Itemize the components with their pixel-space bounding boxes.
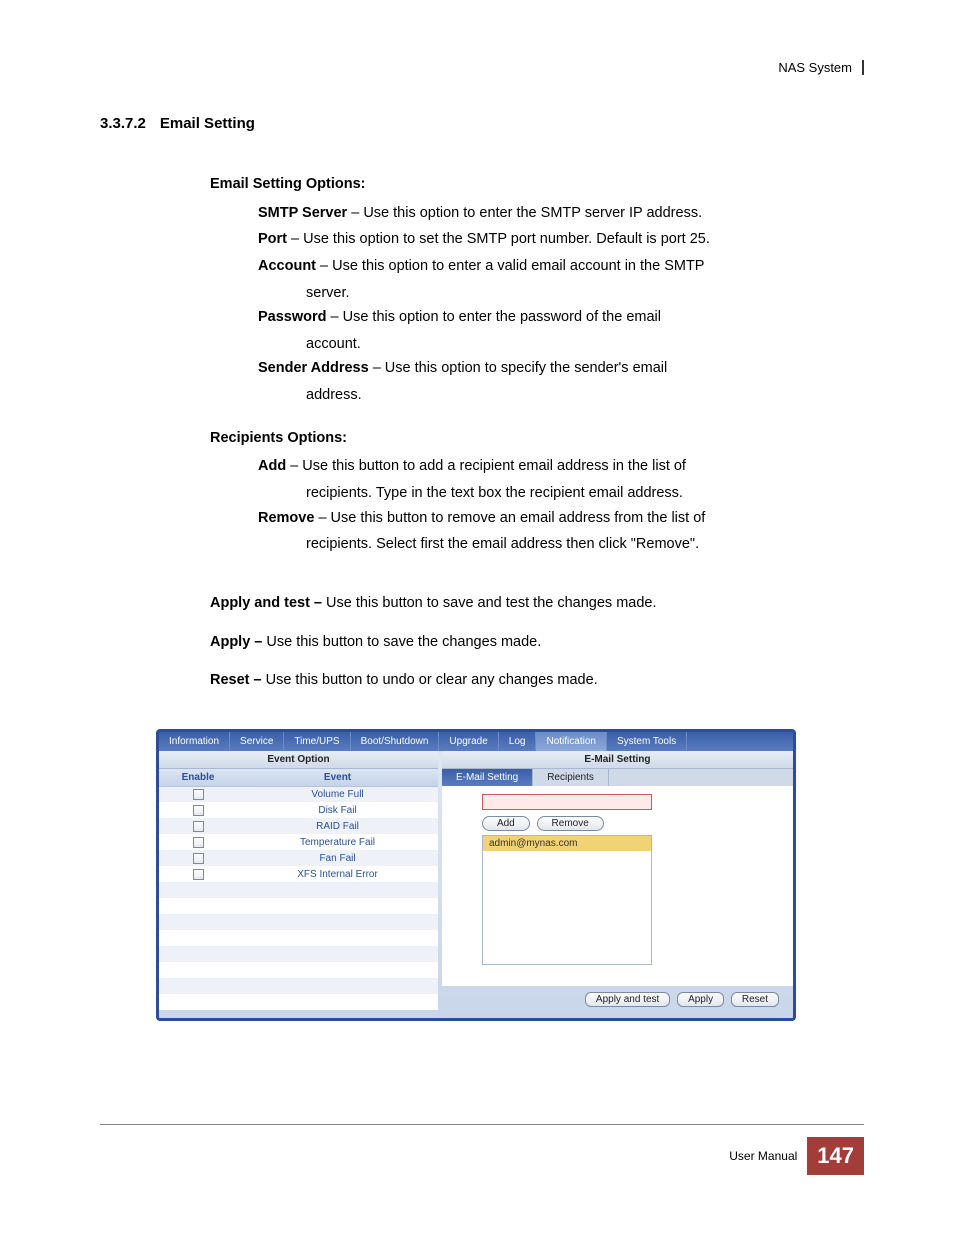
subtab-recipients[interactable]: Recipients (533, 769, 609, 786)
page-number: 147 (807, 1137, 864, 1175)
embedded-ui: Information Service Time/UPS Boot/Shutdo… (156, 729, 796, 1022)
table-row: RAID Fail (159, 818, 438, 834)
email-options-heading: Email Setting Options: (210, 172, 864, 197)
table-row: Fan Fail (159, 850, 438, 866)
table-row: .. (159, 930, 438, 946)
event-option-title: Event Option (159, 751, 438, 769)
tab-systemtools[interactable]: System Tools (607, 732, 687, 751)
section-number: 3.3.7.2 (100, 115, 146, 132)
table-row: .. (159, 914, 438, 930)
opt-sender-cont: address. (306, 383, 864, 408)
checkbox[interactable] (193, 805, 204, 816)
subtabs: E-Mail Setting Recipients (442, 769, 793, 786)
system-name: NAS System (778, 60, 852, 75)
table-row: .. (159, 994, 438, 1010)
section-heading: 3.3.7.2 Email Setting (100, 115, 864, 132)
tab-timeups[interactable]: Time/UPS (284, 732, 350, 751)
footer-rule (100, 1124, 864, 1125)
checkbox[interactable] (193, 789, 204, 800)
opt-remove-cont: recipients. Select first the email addre… (306, 532, 864, 557)
tab-log[interactable]: Log (499, 732, 537, 751)
table-row: Temperature Fail (159, 834, 438, 850)
opt-sender: Sender Address – Use this option to spec… (258, 356, 864, 381)
tab-bootshutdown[interactable]: Boot/Shutdown (351, 732, 440, 751)
opt-smtp: SMTP Server – Use this option to enter t… (258, 201, 864, 226)
checkbox[interactable] (193, 821, 204, 832)
list-item[interactable]: admin@mynas.com (483, 836, 651, 851)
email-setting-title: E-Mail Setting (442, 751, 793, 769)
checkbox[interactable] (193, 837, 204, 848)
opt-account: Account – Use this option to enter a val… (258, 254, 864, 279)
doc-header: NAS System (100, 60, 864, 75)
tab-notification[interactable]: Notification (536, 732, 606, 751)
col-event: Event (237, 769, 438, 787)
recipients-heading: Recipients Options: (210, 426, 864, 451)
section-title: Email Setting (160, 115, 255, 132)
main-tabbar: Information Service Time/UPS Boot/Shutdo… (159, 732, 793, 751)
tab-service[interactable]: Service (230, 732, 284, 751)
table-row: .. (159, 946, 438, 962)
checkbox[interactable] (193, 853, 204, 864)
recipients-list[interactable]: admin@mynas.com (482, 835, 652, 965)
tab-information[interactable]: Information (159, 732, 230, 751)
table-row: .. (159, 898, 438, 914)
opt-port: Port – Use this option to set the SMTP p… (258, 227, 864, 252)
footer-label: User Manual (729, 1149, 797, 1163)
add-button[interactable]: Add (482, 816, 530, 831)
event-table: Enable Event Volume Full Disk Fail RAID … (159, 769, 438, 1011)
recipient-input[interactable] (482, 794, 652, 810)
table-row: Disk Fail (159, 802, 438, 818)
reset-button[interactable]: Reset (731, 992, 779, 1007)
footer: User Manual 147 (729, 1137, 864, 1175)
action-reset: Reset – Use this button to undo or clear… (210, 668, 864, 693)
checkbox[interactable] (193, 869, 204, 880)
subtab-email[interactable]: E-Mail Setting (442, 769, 533, 786)
table-row: .. (159, 962, 438, 978)
opt-add: Add – Use this button to add a recipient… (258, 454, 864, 479)
opt-password: Password – Use this option to enter the … (258, 305, 864, 330)
action-apply-test: Apply and test – Use this button to save… (210, 591, 864, 616)
opt-remove: Remove – Use this button to remove an em… (258, 506, 864, 531)
table-row: XFS Internal Error (159, 866, 438, 882)
col-enable: Enable (159, 769, 237, 787)
table-row: .. (159, 978, 438, 994)
opt-add-cont: recipients. Type in the text box the rec… (306, 481, 864, 506)
table-row: .. (159, 882, 438, 898)
tab-upgrade[interactable]: Upgrade (439, 732, 498, 751)
remove-button[interactable]: Remove (537, 816, 604, 831)
table-row: Volume Full (159, 786, 438, 802)
apply-and-test-button[interactable]: Apply and test (585, 992, 670, 1007)
opt-password-cont: account. (306, 332, 864, 357)
opt-account-cont: server. (306, 281, 864, 306)
apply-button[interactable]: Apply (677, 992, 724, 1007)
action-apply: Apply – Use this button to save the chan… (210, 630, 864, 655)
